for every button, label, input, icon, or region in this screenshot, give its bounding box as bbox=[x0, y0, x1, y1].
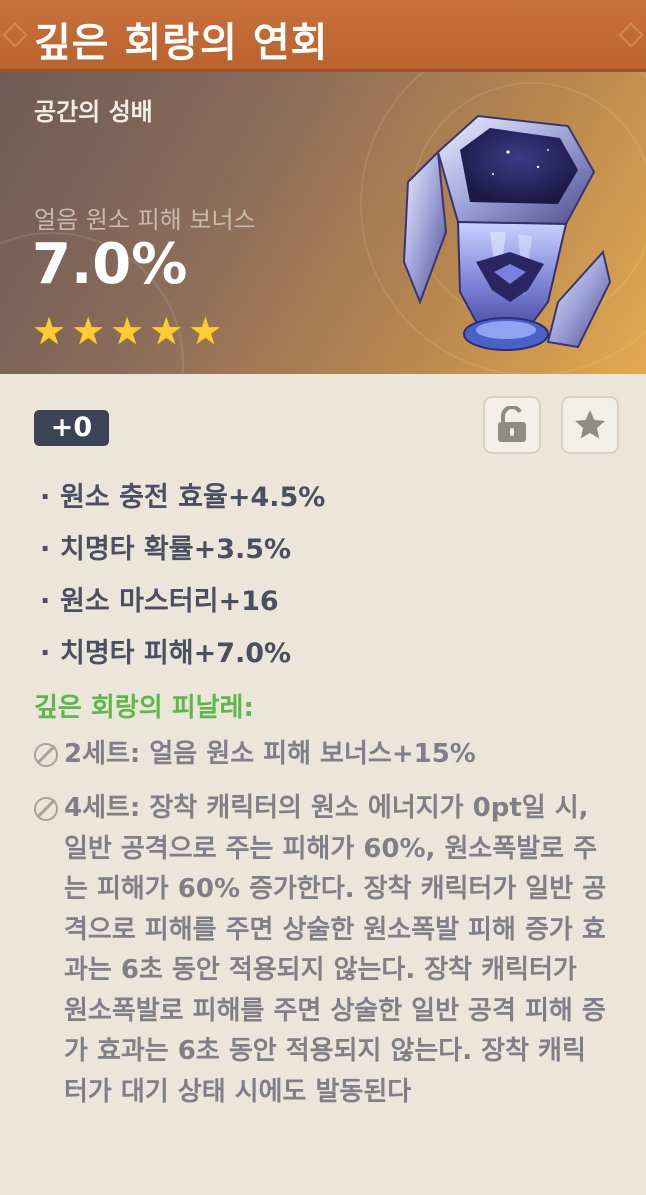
bullet-icon: · bbox=[40, 534, 51, 565]
set-name: 깊은 회랑의 피날레: bbox=[34, 693, 254, 723]
artifact-detail-card: 깊은 회랑의 연회 공간의 성배 얼음 원소 피해 보너스 7.0% ★ ★ ★… bbox=[0, 0, 646, 1195]
bullet-icon: · bbox=[40, 586, 51, 617]
substat-item: · 원소 마스터리+16 bbox=[40, 582, 325, 634]
inactive-bonus-icon bbox=[34, 797, 58, 821]
goblet-artifact-icon bbox=[402, 114, 612, 351]
star-icon bbox=[575, 410, 605, 439]
rarity-stars: ★ ★ ★ ★ ★ bbox=[32, 312, 222, 350]
bullet-icon: · bbox=[40, 638, 51, 669]
lock-toggle-button[interactable] bbox=[483, 396, 541, 454]
rarity-star-icon: ★ bbox=[71, 309, 106, 353]
unlocked-lock-icon bbox=[498, 406, 526, 442]
substat-text: 원소 충전 효율+4.5% bbox=[60, 482, 326, 513]
set-bonus-4pc: 4세트: 장착 캐릭터의 원소 에너지가 0pt일 시, 일반 공격으로 주는 … bbox=[34, 788, 609, 1112]
artifact-type-label: 공간의 성배 bbox=[34, 98, 153, 126]
rarity-star-icon: ★ bbox=[188, 309, 223, 353]
rarity-star-icon: ★ bbox=[149, 309, 184, 353]
level-badge: +0 bbox=[34, 410, 109, 446]
rarity-star-icon: ★ bbox=[110, 309, 145, 353]
set-bonus-4pc-text: 4세트: 장착 캐릭터의 원소 에너지가 0pt일 시, 일반 공격으로 주는 … bbox=[64, 793, 607, 1107]
substat-list: · 원소 충전 효율+4.5% · 치명타 확률+3.5% · 원소 마스터리+16 … bbox=[40, 478, 325, 686]
main-stat-name: 얼음 원소 피해 보너스 bbox=[34, 206, 256, 234]
substat-item: · 치명타 확률+3.5% bbox=[40, 530, 325, 582]
substat-item: · 원소 충전 효율+4.5% bbox=[40, 478, 325, 530]
bullet-icon: · bbox=[40, 482, 51, 513]
substat-item: · 치명타 피해+7.0% bbox=[40, 634, 325, 686]
favorite-toggle-button[interactable] bbox=[561, 396, 619, 454]
rarity-star-icon: ★ bbox=[32, 309, 67, 353]
main-stat-value: 7.0% bbox=[32, 232, 188, 297]
artifact-header: 공간의 성배 얼음 원소 피해 보너스 7.0% ★ ★ ★ ★ ★ bbox=[0, 72, 646, 374]
substat-text: 치명타 확률+3.5% bbox=[60, 534, 292, 565]
set-bonus-2pc-text: 2세트: 얼음 원소 피해 보너스+15% bbox=[64, 739, 476, 769]
artifact-title: 깊은 회랑의 연회 bbox=[34, 20, 329, 66]
substat-text: 치명타 피해+7.0% bbox=[60, 638, 292, 669]
inactive-bonus-icon bbox=[34, 743, 58, 767]
title-ornament-right-icon bbox=[618, 22, 644, 48]
title-bar: 깊은 회랑의 연회 bbox=[0, 0, 646, 72]
title-ornament-left-icon bbox=[2, 22, 28, 48]
set-bonus-2pc: 2세트: 얼음 원소 피해 보너스+15% bbox=[34, 734, 609, 775]
substat-text: 원소 마스터리+16 bbox=[60, 586, 279, 617]
